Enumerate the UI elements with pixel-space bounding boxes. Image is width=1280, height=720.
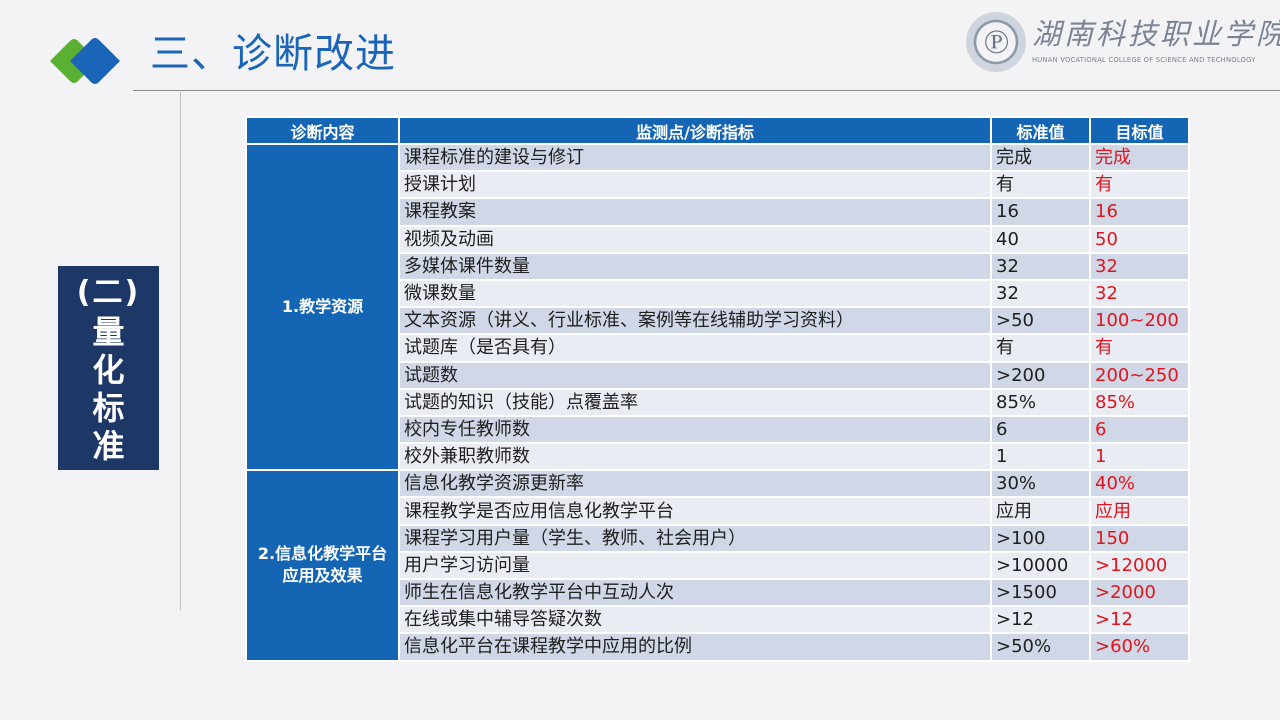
target-value-cell: 32	[1089, 278, 1190, 309]
table-body: 1.教学资源 课程标准的建设与修订 完成 完成 授课计划有有课程教案 16 16 视频及动画 4…	[245, 142, 1190, 662]
indicator-cell: 文本资源（讲义、行业标准、案例等在线辅助学习资料）	[398, 306, 992, 336]
standard-value-cell: >50%	[990, 632, 1091, 662]
group-label: 1.教学资源	[245, 142, 400, 472]
standard-value-cell: 40	[990, 224, 1091, 254]
target-value-cell: 应用	[1089, 496, 1190, 526]
standard-value-cell: >10000	[990, 550, 1091, 581]
target-value-cell: 完成	[1089, 142, 1190, 173]
side-divider	[180, 92, 181, 610]
college-seal-glyph: ℗	[983, 22, 1009, 62]
target-value-cell: 32	[1089, 251, 1190, 281]
indicator-cell: 校外兼职教师数	[398, 442, 992, 472]
standard-value-cell: 有	[990, 333, 1091, 363]
target-value-cell: 50	[1089, 224, 1190, 254]
table-header-row: 诊断内容 监测点/诊断指标 标准值 目标值	[245, 116, 1190, 145]
target-value-cell: 150	[1089, 523, 1190, 553]
section-text: 量化标准	[92, 313, 125, 465]
standard-value-cell: 应用	[990, 496, 1091, 526]
standard-value-cell: >1500	[990, 577, 1091, 608]
section-label-box: (二) 量化标准	[58, 266, 159, 470]
indicator-cell: 师生在信息化教学平台中互动人次	[398, 577, 992, 608]
header-diagnosis-content: 诊断内容	[245, 116, 400, 145]
logo-diamonds-icon	[50, 38, 120, 84]
target-value-cell: 6	[1089, 414, 1190, 445]
standard-value-cell: >200	[990, 360, 1091, 390]
indicator-cell: 视频及动画	[398, 224, 992, 254]
college-name-cn: 湖南科技职业学院	[1032, 17, 1280, 51]
target-value-cell: 有	[1089, 333, 1190, 363]
header-divider	[133, 90, 1280, 91]
target-value-cell: >2000	[1089, 577, 1190, 608]
standard-value-cell: >12	[990, 605, 1091, 635]
header-standard-value: 标准值	[990, 116, 1091, 145]
indicator-cell: 试题数	[398, 360, 992, 390]
page-title: 三、诊断改进	[150, 31, 396, 77]
target-value-cell: >60%	[1089, 632, 1190, 662]
indicator-cell: 授课计划	[398, 170, 992, 200]
standard-value-cell: 6	[990, 414, 1091, 445]
indicator-cell: 课程教案	[398, 197, 992, 227]
header-indicator: 监测点/诊断指标	[398, 116, 992, 145]
indicator-cell: 校内专任教师数	[398, 414, 992, 445]
table-row: 2.信息化教学平台应用及效果 信息化教学资源更新率 30% 40%	[245, 469, 1190, 662]
standard-value-cell: 有	[990, 170, 1091, 200]
standard-value-cell: 16	[990, 197, 1091, 227]
target-value-cell: 85%	[1089, 387, 1190, 417]
standard-value-cell: 1	[990, 442, 1091, 472]
target-value-cell: 1	[1089, 442, 1190, 472]
diagnosis-table: 诊断内容 监测点/诊断指标 标准值 目标值 1.教学资源 课程标准的建设与修订 完成…	[245, 116, 1190, 662]
standard-value-cell: 32	[990, 278, 1091, 309]
indicator-cell: 试题的知识（技能）点覆盖率	[398, 387, 992, 417]
indicator-cell: 试题库（是否具有）	[398, 333, 992, 363]
standard-value-cell: 85%	[990, 387, 1091, 417]
indicator-cell: 课程教学是否应用信息化教学平台	[398, 496, 992, 526]
target-value-cell: 100~200	[1089, 306, 1190, 336]
target-value-cell: >12	[1089, 605, 1190, 635]
indicator-cell: 课程标准的建设与修订	[398, 142, 992, 173]
college-name-en: HUNAN VOCATIONAL COLLEGE OF SCIENCE AND …	[1032, 56, 1256, 64]
standard-value-cell: 30%	[990, 469, 1091, 499]
indicator-cell: 在线或集中辅导答疑次数	[398, 605, 992, 635]
indicator-cell: 微课数量	[398, 278, 992, 309]
indicator-cell: 多媒体课件数量	[398, 251, 992, 281]
indicator-cell: 用户学习访问量	[398, 550, 992, 581]
target-value-cell: 40%	[1089, 469, 1190, 499]
college-logo: ℗ 湖南科技职业学院 HUNAN VOCATIONAL COLLEGE OF S…	[966, 12, 1280, 74]
target-value-cell: >12000	[1089, 550, 1190, 581]
standard-value-cell: 完成	[990, 142, 1091, 173]
target-value-cell: 有	[1089, 170, 1190, 200]
standard-value-cell: >100	[990, 523, 1091, 553]
standard-value-cell: 32	[990, 251, 1091, 281]
indicator-cell: 信息化平台在课程教学中应用的比例	[398, 632, 992, 662]
standard-value-cell: >50	[990, 306, 1091, 336]
indicator-cell: 信息化教学资源更新率	[398, 469, 992, 499]
header-target-value: 目标值	[1089, 116, 1190, 145]
diagnosis-table-container: 诊断内容 监测点/诊断指标 标准值 目标值 1.教学资源 课程标准的建设与修订 完成…	[245, 116, 1190, 662]
target-value-cell: 16	[1089, 197, 1190, 227]
target-value-cell: 200~250	[1089, 360, 1190, 390]
group-label: 2.信息化教学平台应用及效果	[245, 469, 400, 662]
section-number: (二)	[76, 275, 141, 310]
indicator-cell: 课程学习用户量（学生、教师、社会用户）	[398, 523, 992, 553]
table-row: 1.教学资源 课程标准的建设与修订 完成 完成	[245, 142, 1190, 472]
